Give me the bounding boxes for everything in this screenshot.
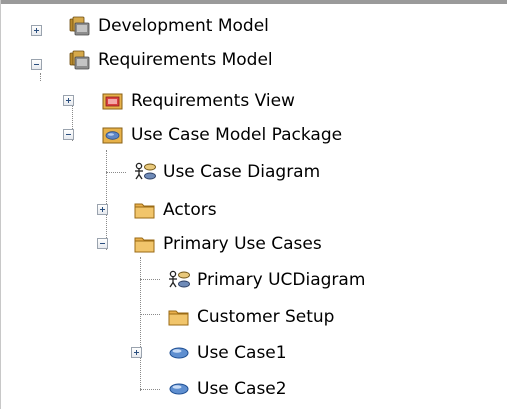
tree-node-use-case-diagram[interactable]: Use Case Diagram: [133, 160, 320, 184]
tree-connector: [106, 150, 107, 250]
expand-toggle-use-case1[interactable]: [131, 347, 142, 358]
use-case-icon: [167, 342, 191, 364]
model-package-icon: [68, 15, 92, 37]
tree-node-use-case2[interactable]: Use Case2: [167, 377, 287, 401]
expand-toggle-requirements-view[interactable]: [63, 95, 74, 106]
use-case-diagram-icon: [167, 269, 191, 291]
project-browser-tree: Development Model Requirements Model Req…: [0, 0, 507, 409]
tree-node-label: Primary Use Cases: [163, 234, 322, 254]
tree-node-use-case-model-package[interactable]: Use Case Model Package: [101, 123, 342, 147]
expand-toggle-actors[interactable]: [97, 204, 108, 215]
folder-icon: [133, 199, 157, 221]
use-case-view-icon: [101, 124, 125, 146]
tree-node-primary-use-cases[interactable]: Primary Use Cases: [133, 232, 322, 256]
use-case-diagram-icon: [133, 161, 157, 183]
tree-node-label: Requirements View: [131, 91, 295, 111]
folder-icon: [133, 233, 157, 255]
tree-node-development-model[interactable]: Development Model: [68, 14, 269, 38]
tree-node-actors[interactable]: Actors: [133, 198, 217, 222]
tree-node-label: Customer Setup: [197, 307, 335, 327]
folder-icon: [167, 306, 191, 328]
tree-node-label: Development Model: [98, 16, 269, 36]
tree-connector: [106, 172, 126, 173]
use-case-icon: [167, 378, 191, 400]
tree-node-requirements-model[interactable]: Requirements Model: [68, 48, 273, 72]
model-package-icon: [68, 49, 92, 71]
tree-node-label: Requirements Model: [98, 50, 273, 70]
expand-toggle-development-model[interactable]: [31, 25, 42, 36]
tree-connector: [140, 257, 141, 391]
collapse-toggle-use-case-model-package[interactable]: [63, 129, 74, 140]
tree-connector: [140, 314, 160, 315]
tree-node-label: Use Case Model Package: [131, 125, 343, 145]
tree-connector: [140, 279, 160, 280]
tree-node-label: Actors: [163, 200, 217, 220]
tree-connector: [40, 73, 41, 81]
tree-connector: [140, 389, 160, 390]
tree-node-requirements-view[interactable]: Requirements View: [101, 89, 295, 113]
requirements-view-icon: [101, 90, 125, 112]
collapse-toggle-primary-use-cases[interactable]: [97, 238, 108, 249]
tree-node-label: Use Case1: [197, 343, 287, 363]
tree-node-use-case1[interactable]: Use Case1: [167, 341, 287, 365]
tree-node-label: Use Case2: [197, 379, 287, 399]
collapse-toggle-requirements-model[interactable]: [31, 59, 42, 70]
tree-node-label: Use Case Diagram: [163, 162, 321, 182]
tree-node-customer-setup[interactable]: Customer Setup: [167, 305, 334, 329]
tree-node-label: Primary UCDiagram: [197, 270, 366, 290]
tree-node-primary-ucdiagram[interactable]: Primary UCDiagram: [167, 268, 365, 292]
